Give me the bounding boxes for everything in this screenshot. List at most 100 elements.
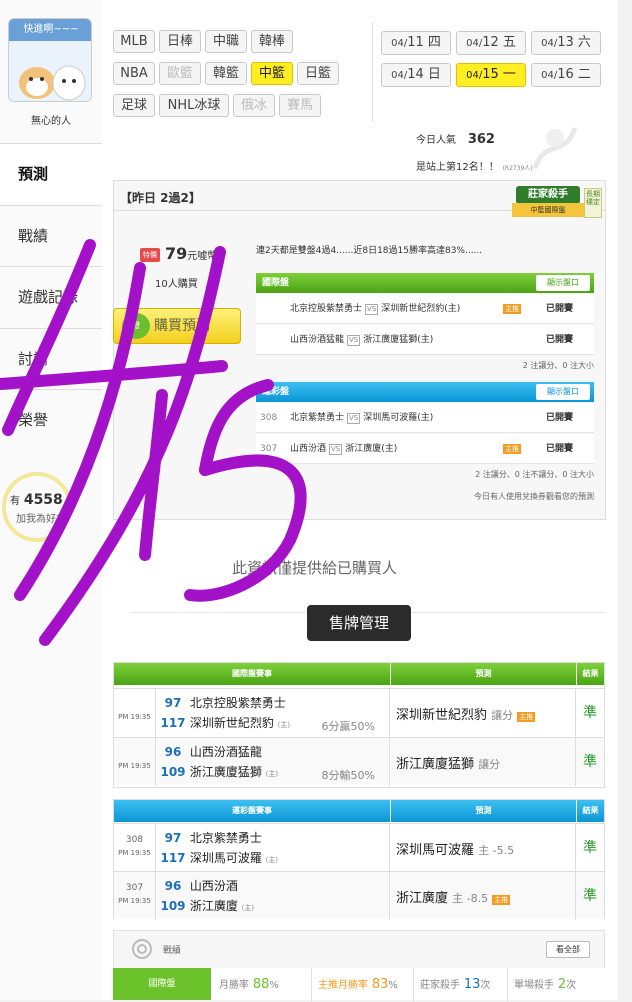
game-time: PM 19:35 — [114, 689, 156, 737]
result-mark: 準 — [583, 888, 597, 904]
price: 79元噓幣 — [165, 244, 218, 263]
lottery-row-2: 307 山西汾酒 VS 浙江廣廈(主) 主推 已開賽 — [256, 434, 594, 464]
yesterday-record: 【昨日 2過2】 — [120, 191, 201, 205]
sport-kr-baseball[interactable]: 韓棒 — [251, 30, 293, 53]
sale-management-button[interactable]: 售牌管理 — [307, 605, 411, 641]
result-mark: 準 — [583, 754, 597, 770]
popularity-label: 今日人氣 — [416, 135, 456, 146]
prediction: 深圳新世紀烈豹 讓分 主推 — [390, 689, 576, 737]
nav-discussion[interactable]: 討論 — [0, 328, 102, 388]
intl-board-header: 國際盤 顯示盤口 — [256, 273, 594, 293]
sport-cpbl[interactable]: 中職 — [205, 30, 247, 53]
buyer-count: 10人購買 — [155, 279, 198, 290]
lottery-row-1: 308 北京紫禁勇士 VS 深圳馬可波羅(主) 已開賽 — [256, 403, 594, 433]
table-row: 307 PM 19:35 96 山西汾酒 109 浙江廣廈 (主) 浙江廣廈 主… — [114, 871, 604, 920]
date-0415[interactable]: 04/15 一 — [456, 63, 526, 87]
game-status: 已開賽 — [546, 335, 574, 345]
sport-soccer[interactable]: 足球 — [113, 94, 155, 117]
coupon-note: 今日有人使用兌換券觀看您的預測 — [474, 492, 594, 501]
stat-top-pick-win-rate: 主推月勝率 83% — [311, 968, 411, 1002]
date-0411[interactable]: 04/11 四 — [381, 31, 451, 55]
top-pick-tag: 主推 — [503, 304, 521, 314]
popularity-value: 362 — [467, 132, 495, 147]
top-pick-tag: 主推 — [503, 444, 521, 454]
matchup: 山西汾酒猛龍 VS 浙江廣廈猛獅(主) — [290, 335, 434, 346]
stat-monthly-win-rate: 月勝率 88% — [219, 977, 279, 992]
game-status: 已開賽 — [546, 304, 574, 314]
divider — [372, 22, 373, 122]
date-0416[interactable]: 04/16 二 — [531, 63, 601, 87]
popularity-rank: 是站上第12名！！ (R2739人) — [416, 162, 533, 173]
show-odds-button[interactable]: 顯示盤口 — [536, 384, 590, 400]
show-odds-button[interactable]: 顯示盤口 — [536, 275, 590, 291]
lottery-results-table: 運彩盤賽事 預測 結果 308 PM 19:35 97 北京紫禁勇士 117 深… — [113, 799, 605, 920]
tab-intl-board[interactable]: 國際盤 — [113, 968, 211, 1000]
date-0413[interactable]: 04/13 六 — [531, 31, 601, 55]
col-header-pred: 預測 — [390, 663, 576, 685]
top-pick-tag: 主推 — [517, 712, 536, 722]
prediction: 深圳馬可波羅 主 -5.5 — [390, 824, 576, 872]
popularity: 今日人氣 362 — [416, 131, 495, 147]
avatar[interactable]: 快進啊~~~ — [8, 18, 92, 102]
col-header-result: 結果 — [576, 800, 604, 822]
record-stats: 月勝率 88% 主推月勝率 83% 莊家殺手 13次 單場殺手 2次 — [211, 968, 605, 1002]
avatar-caption: 快進啊~~~ — [9, 19, 91, 41]
game-time: 308 PM 19:35 — [114, 824, 156, 872]
intl-row-1: 北京控股紫禁勇士 VS 深圳新世紀烈豹(主) 主推 已開賽 — [256, 294, 594, 324]
matchup: 北京紫禁勇士 VS 深圳馬可波羅(主) — [290, 413, 434, 424]
target-icon — [132, 939, 152, 959]
sport-ru-hockey[interactable]: 俄冰 — [233, 94, 275, 117]
result-mark: 準 — [583, 840, 597, 856]
sport-cba[interactable]: 中籃 — [251, 62, 293, 85]
intl-summary: 2 注讓分、0 注大小 — [522, 361, 594, 370]
date-0412[interactable]: 04/12 五 — [456, 31, 526, 55]
table-row: PM 19:35 96 山西汾酒猛龍 109 浙江廣廈猛獅 (主) 8分輸50%… — [114, 737, 604, 786]
stat-single-killer: 單場殺手 2次 — [507, 968, 603, 1002]
fan-prefix: 有 — [10, 496, 20, 507]
left-sidebar: 快進啊~~~ 無心的人 預測 戰績 遊戲記錄 討論 榮譽 有 4558 加我為好… — [0, 0, 102, 1000]
nav-game-log[interactable]: 遊戲記錄 — [0, 266, 102, 326]
line-result: 8分輸50% — [321, 769, 375, 782]
sport-kr-basketball[interactable]: 韓籃 — [205, 62, 247, 85]
col-header-result: 結果 — [576, 663, 604, 685]
buyers-only-note: 此資訊僅提供給已購買人 — [232, 559, 398, 577]
sale-tag: 特價 — [140, 248, 160, 262]
game-teams: 96 山西汾酒猛龍 109 浙江廣廈猛獅 (主) 8分輸50% — [156, 738, 390, 786]
prediction: 浙江廣廈 主 -8.5 主推 — [390, 872, 576, 920]
fan-count-box[interactable]: 有 4558 加我為好友 — [2, 470, 102, 550]
sport-horse[interactable]: 賽馬 — [279, 94, 321, 117]
line-result: 6分贏50% — [321, 720, 375, 733]
nav-predict[interactable]: 預測 — [0, 143, 102, 203]
sport-mlb[interactable]: MLB — [113, 30, 155, 53]
fan-count: 4558 — [23, 492, 63, 508]
top-pick-tag: 主推 — [492, 895, 511, 905]
record-title: 戰績 — [163, 946, 182, 956]
game-status: 已開賽 — [546, 444, 574, 454]
table-row: PM 19:35 97 北京控股紫禁勇士 117 深圳新世紀烈豹 (主) 6分贏… — [114, 688, 604, 737]
username: 無心的人 — [31, 116, 71, 127]
sport-euro-basketball[interactable]: 歐籃 — [159, 62, 201, 85]
avatar-image — [9, 41, 91, 101]
sport-nhl[interactable]: NHL冰球 — [159, 94, 229, 117]
prediction-note: 連2天都是雙盤4過4......近8日18過15勝率高達83%...... — [256, 246, 483, 256]
nav-honor[interactable]: 榮譽 — [0, 389, 102, 449]
ribbon-decoration-icon — [532, 127, 578, 169]
matchup: 北京控股紫禁勇士 VS 深圳新世紀烈豹(主) — [290, 304, 461, 315]
result-mark: 準 — [583, 705, 597, 721]
sport-jp-baseball[interactable]: 日棒 — [159, 30, 201, 53]
sport-jp-basketball[interactable]: 日籃 — [297, 62, 339, 85]
view-all-button[interactable]: 看全部 — [546, 941, 590, 958]
banker-killer-badge: 莊家殺手 中籃國際盤 長期穩定 — [512, 186, 604, 222]
prediction: 浙江廣廈猛獅 讓分 — [390, 738, 576, 786]
game-teams: 97 北京控股紫禁勇士 117 深圳新世紀烈豹 (主) 6分贏50% — [156, 689, 390, 737]
sport-nba[interactable]: NBA — [113, 62, 155, 85]
game-time: PM 19:35 — [114, 738, 156, 786]
add-friend-label[interactable]: 加我為好友 — [16, 510, 66, 525]
nav-record[interactable]: 戰績 — [0, 205, 102, 265]
date-0414[interactable]: 04/14 日 — [381, 63, 451, 87]
game-time: 307 PM 19:35 — [114, 872, 156, 920]
col-header-game: 國際盤賽事 — [114, 663, 390, 685]
stat-banker-killer: 莊家殺手 13次 — [413, 968, 505, 1002]
game-teams: 96 山西汾酒 109 浙江廣廈 (主) — [156, 872, 390, 920]
col-header-pred: 預測 — [390, 800, 576, 822]
